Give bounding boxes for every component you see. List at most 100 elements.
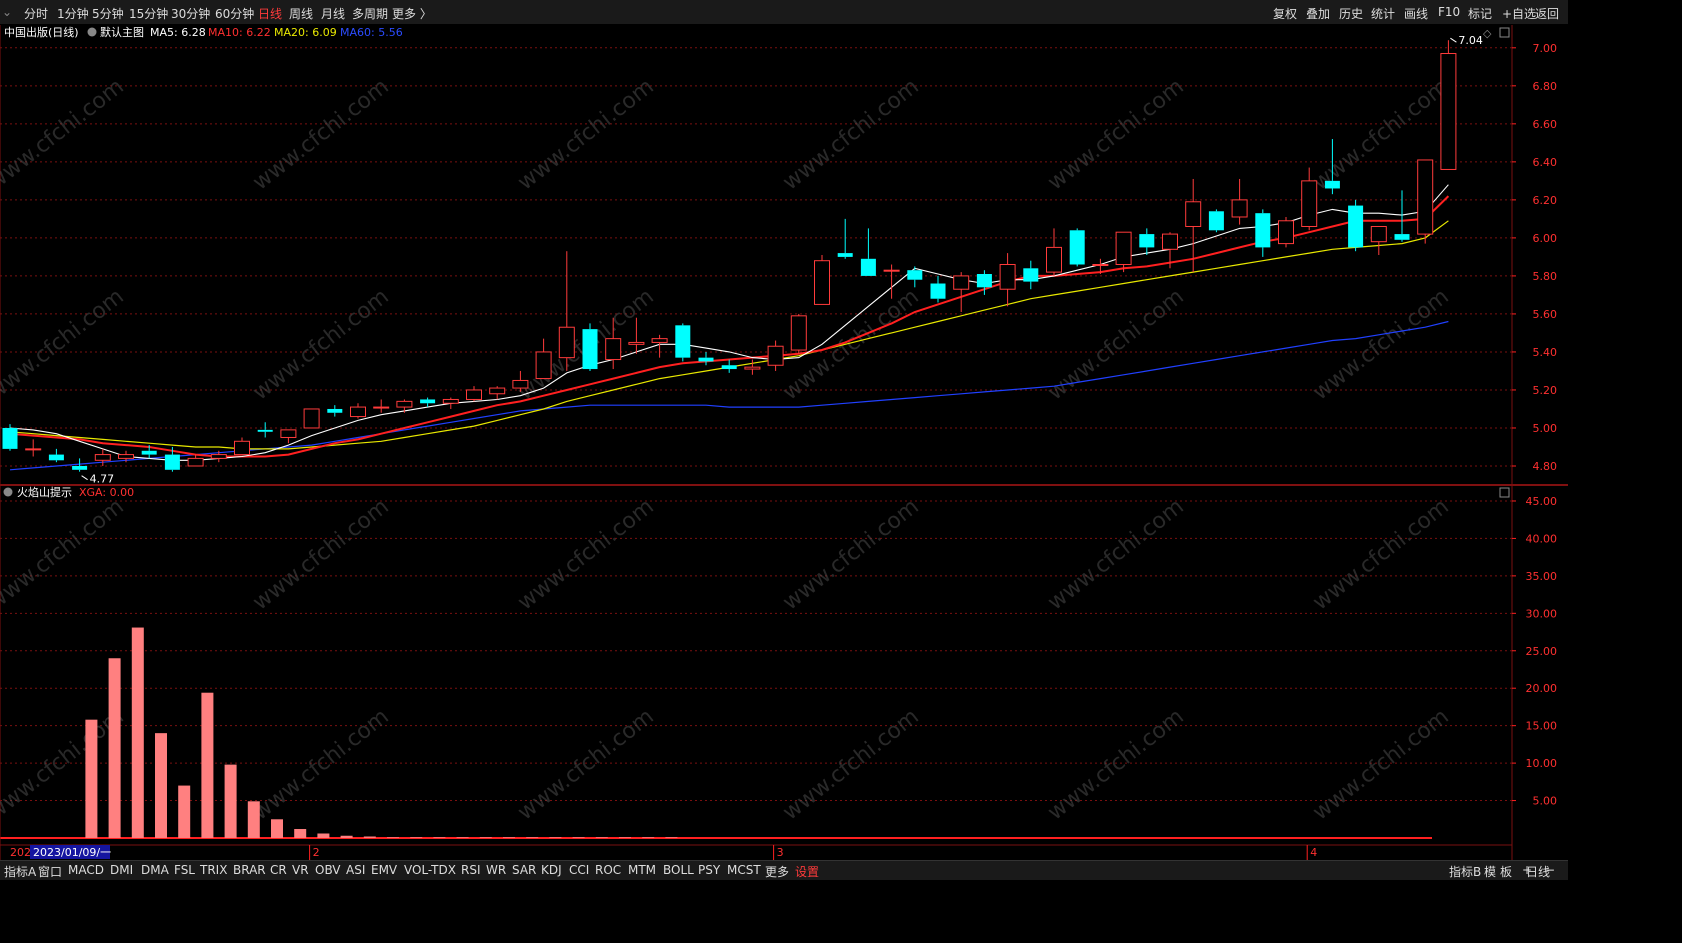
main-tick-label-7: 6.20: [1533, 194, 1558, 207]
sub-tick-label-1: 10.00: [1526, 757, 1558, 770]
sub-tick-label-7: 40.00: [1526, 532, 1558, 545]
indicator-tab-0[interactable]: 指标A: [4, 863, 36, 880]
xga-bar-19: [479, 837, 492, 839]
candle-48-body: [1115, 231, 1132, 266]
candle-49-body: [1139, 234, 1155, 248]
candle-16-body: [373, 406, 390, 409]
candle-3-body: [72, 465, 88, 470]
indicator-tab-25[interactable]: 设置: [795, 863, 819, 880]
sub-tick-label-4: 25.00: [1526, 645, 1558, 658]
month-label-2: 4: [1310, 846, 1317, 859]
candle-58-body: [1348, 205, 1364, 248]
candle-21-body: [489, 387, 506, 395]
main-tick-label-5: 5.80: [1533, 270, 1558, 283]
indicator-tab-15[interactable]: WR: [486, 863, 506, 877]
xga-bar-5: [155, 733, 167, 838]
sub-tick-label-8: 45.00: [1526, 495, 1558, 508]
ma10-value: MA10: 6.22: [208, 26, 271, 39]
candle-20-body: [466, 389, 482, 400]
candle-28-body: [651, 338, 668, 343]
indicator-dropdown-icon[interactable]: [3, 487, 13, 497]
candle-61-body: [1417, 159, 1434, 235]
candle-52-body: [1208, 211, 1224, 231]
indicator-tab-3[interactable]: DMI: [110, 863, 133, 877]
candle-53-body: [1231, 199, 1248, 218]
candle-45-body: [1046, 246, 1062, 273]
xga-bar-3: [108, 658, 121, 838]
xga-bar-7: [201, 692, 214, 838]
sub-tick-label-5: 30.00: [1526, 607, 1558, 620]
candle-55-body: [1278, 220, 1294, 245]
xga-bar-22: [549, 837, 562, 839]
candle-18-body: [420, 399, 436, 404]
indicator-tab-5[interactable]: FSL: [174, 863, 195, 877]
candle-8-body: [187, 457, 204, 467]
indicator-tab-11[interactable]: ASI: [346, 863, 365, 877]
indicator-tab-23[interactable]: MCST: [727, 863, 761, 877]
indicator-b-item-2[interactable]: 板: [1500, 863, 1512, 880]
indicator-tab-22[interactable]: PSY: [698, 863, 720, 877]
indicator-tab-13[interactable]: VOL-TDX: [404, 863, 456, 877]
indicator-tab-24[interactable]: 更多: [765, 863, 789, 880]
indicator-tab-2[interactable]: MACD: [68, 863, 104, 877]
xga-bar-25: [619, 837, 631, 839]
candle-6-body: [141, 450, 157, 455]
candle-51-body: [1185, 201, 1202, 227]
sub-tick-label-6: 35.00: [1526, 570, 1558, 583]
candle-29-body: [675, 325, 691, 358]
candle-50-body: [1162, 233, 1178, 250]
candle-57-body: [1324, 180, 1340, 189]
candle-47-body: [1092, 264, 1109, 267]
candle-35: [814, 255, 830, 305]
candle-1-body: [25, 448, 42, 451]
candle-42-body: [976, 274, 992, 288]
xga-bar-14: [363, 836, 376, 838]
main-tick-label-3: 5.40: [1533, 346, 1558, 359]
candle-19-body: [442, 398, 459, 404]
candle-2-body: [48, 454, 64, 461]
indicator-name[interactable]: 火焰山提示: [17, 485, 72, 499]
indicator-tab-7[interactable]: BRAR: [233, 863, 266, 877]
diamond-icon[interactable]: ◇: [1483, 27, 1492, 40]
candle-11-body: [257, 429, 273, 432]
indicator-tab-8[interactable]: CR: [270, 863, 287, 877]
candle-58: [1348, 199, 1364, 252]
indicator-tab-18[interactable]: CCI: [569, 863, 589, 877]
indicator-tab-16[interactable]: SAR: [512, 863, 536, 877]
indicator-tab-21[interactable]: BOLL: [663, 863, 694, 877]
candle-55: [1278, 216, 1294, 248]
candle-23-body: [535, 351, 552, 380]
main-tick-label-11: 7.00: [1533, 42, 1558, 55]
indicator-tab-20[interactable]: MTM: [628, 863, 656, 877]
indicator-tab-1[interactable]: 窗口: [38, 863, 62, 880]
candle-25: [582, 323, 598, 371]
candle-60-body: [1394, 234, 1410, 240]
period-label[interactable]: 日线: [1526, 863, 1550, 880]
indicator-tab-14[interactable]: RSI: [461, 863, 481, 877]
xga-bar-27: [665, 837, 678, 839]
template-name[interactable]: 默认主图: [100, 26, 144, 39]
candle-54-body: [1255, 213, 1271, 248]
indicator-tab-6[interactable]: TRIX: [200, 863, 227, 877]
indicator-tab-19[interactable]: ROC: [595, 863, 621, 877]
candle-61: [1417, 159, 1434, 244]
candle-7-body: [164, 454, 180, 470]
indicator-tab-4[interactable]: DMA: [141, 863, 169, 877]
xga-bar-8: [224, 764, 237, 838]
indicator-tab-12[interactable]: EMV: [371, 863, 397, 877]
indicator-b-item-0[interactable]: 指标B: [1449, 863, 1481, 880]
indicator-tab-10[interactable]: OBV: [315, 863, 341, 877]
candle-39-body: [907, 270, 923, 280]
xga-bar-23: [572, 837, 585, 839]
indicator-tab-9[interactable]: VR: [292, 863, 309, 877]
candle-31-body: [721, 365, 737, 370]
indicator-tab-17[interactable]: KDJ: [541, 863, 562, 877]
template-dropdown-icon[interactable]: [87, 27, 97, 37]
xga-bar-24: [595, 837, 608, 839]
candle-37-body: [860, 258, 876, 276]
indicator-b-item-1[interactable]: 模: [1484, 863, 1496, 880]
candle-4-body: [94, 454, 111, 461]
ma20-value: MA20: 6.09: [274, 26, 337, 39]
ma60-value: MA60: 5.56: [340, 26, 403, 39]
candle-41-body: [953, 275, 970, 290]
